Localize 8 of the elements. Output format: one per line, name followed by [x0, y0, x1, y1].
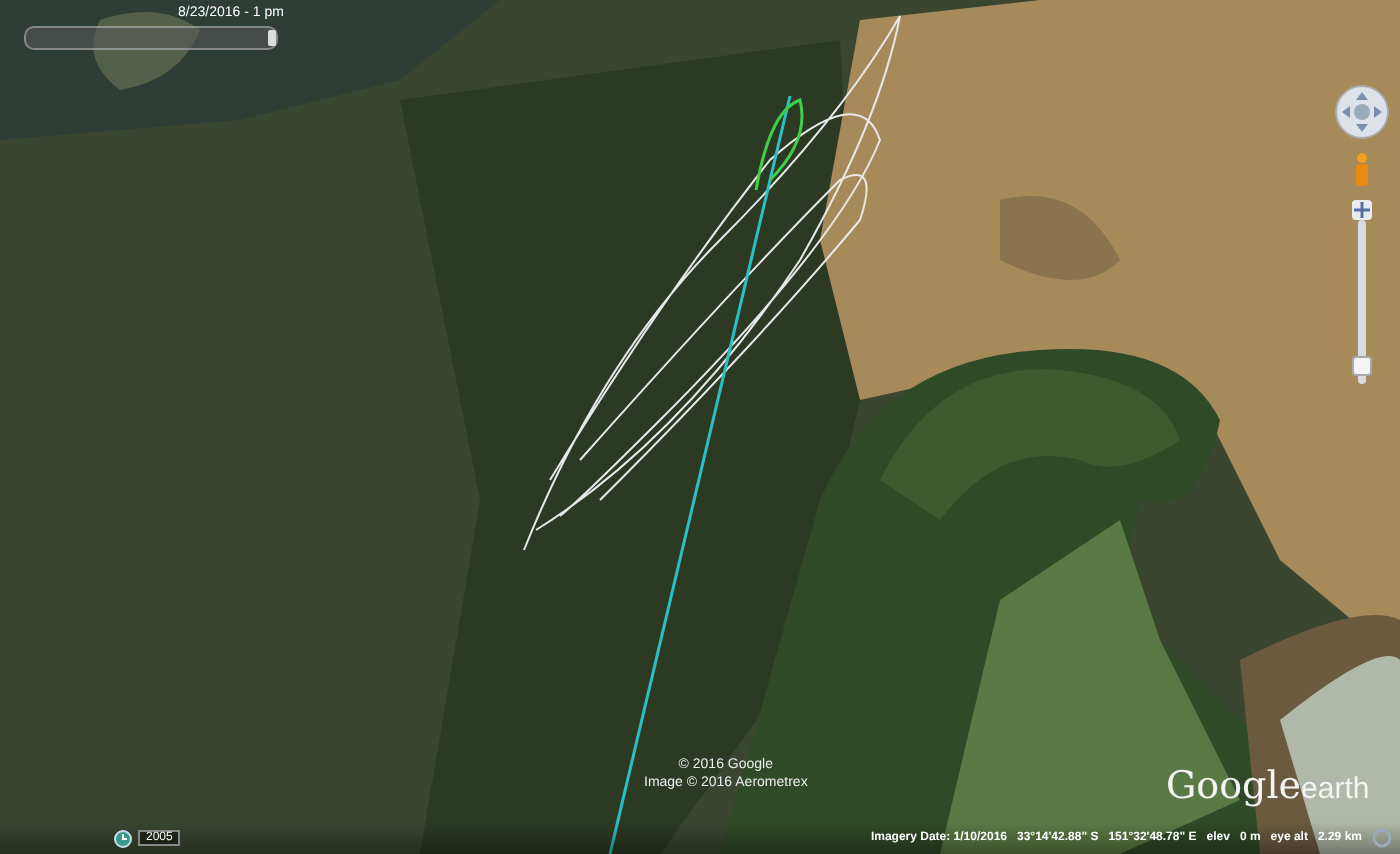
- time-slider-thumb[interactable]: [268, 30, 276, 46]
- zoom-thumb[interactable]: [1352, 356, 1372, 377]
- compass-icon[interactable]: [1334, 84, 1390, 140]
- street-view-icon[interactable]: [1352, 152, 1372, 188]
- zoom-slider[interactable]: [1352, 200, 1372, 384]
- google-earth-logo: Googleearth: [1166, 768, 1370, 806]
- zoom-in-icon[interactable]: [1352, 200, 1372, 220]
- streaming-icon: [1372, 828, 1392, 848]
